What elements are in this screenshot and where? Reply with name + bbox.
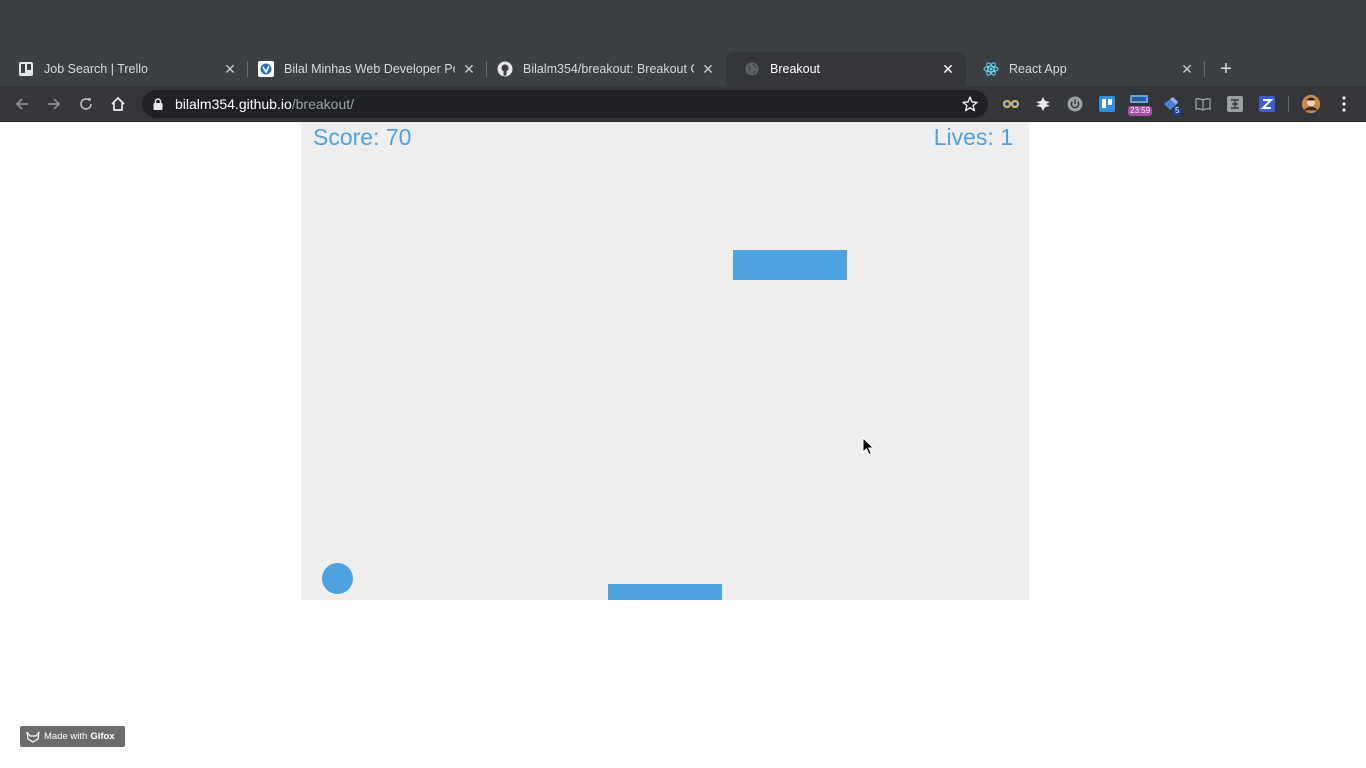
tab-divider xyxy=(1204,61,1205,77)
back-button[interactable] xyxy=(11,93,33,115)
tab-title: Breakout xyxy=(770,62,821,76)
github-icon xyxy=(497,61,513,77)
gifox-fox-icon xyxy=(26,731,40,743)
timer-extension-icon[interactable]: 23:59 xyxy=(1128,94,1153,116)
gifox-watermark: Made with Gifox xyxy=(20,726,125,747)
tab-breakout[interactable]: Breakout ✕ xyxy=(726,52,966,86)
pen-extension-icon[interactable]: 5 xyxy=(1161,94,1182,116)
trello-icon xyxy=(18,61,34,77)
react-icon xyxy=(983,61,999,77)
tab-react-app[interactable]: React App ✕ xyxy=(965,52,1205,86)
tab-portfolio[interactable]: Bilal Minhas Web Developer Port ✕ xyxy=(240,52,487,86)
zotero-extension-icon[interactable] xyxy=(1257,94,1277,114)
new-tab-button[interactable]: + xyxy=(1214,58,1238,80)
timer-badge: 23:59 xyxy=(1128,106,1153,116)
back-arrow-icon xyxy=(15,98,28,110)
forward-button[interactable] xyxy=(43,93,65,115)
puzzle-extension-icon[interactable] xyxy=(1033,94,1053,114)
close-icon[interactable]: ✕ xyxy=(700,61,716,77)
close-icon[interactable]: ✕ xyxy=(940,61,956,77)
browser-toolbar: bilalm354.github.io/breakout/ 23:59 5 xyxy=(0,86,1366,122)
page-content: Score: 70 Lives: 1 xyxy=(0,122,1366,768)
tab-strip: Job Search | Trello ✕ Bilal Minhas Web D… xyxy=(0,0,1366,86)
brick xyxy=(733,250,847,280)
score-display: Score: 70 xyxy=(313,124,412,150)
game-canvas[interactable]: Score: 70 Lives: 1 xyxy=(301,122,1029,600)
menu-kebab-icon[interactable] xyxy=(1334,94,1354,114)
tab-github[interactable]: Bilalm354/breakout: Breakout Ga ✕ xyxy=(479,52,726,86)
url-path: /breakout/ xyxy=(291,96,355,112)
tab-title: Bilalm354/breakout: Breakout Ga xyxy=(523,62,694,76)
forward-arrow-icon xyxy=(48,98,61,110)
globe-icon xyxy=(744,61,760,77)
reload-icon xyxy=(80,98,92,110)
home-icon xyxy=(111,96,125,111)
tab-title: Job Search | Trello xyxy=(44,62,148,76)
pen-badge: 5 xyxy=(1173,106,1182,116)
paddle[interactable] xyxy=(608,584,722,600)
bookmark-star-icon[interactable] xyxy=(961,95,979,113)
watermark-brand: Gifox xyxy=(90,731,115,742)
tab-title: Bilal Minhas Web Developer Port xyxy=(284,62,455,76)
lives-display: Lives: 1 xyxy=(933,124,1013,150)
lock-icon[interactable] xyxy=(153,98,165,110)
close-icon[interactable]: ✕ xyxy=(461,61,477,77)
url-host: bilalm354.github.io xyxy=(175,96,292,112)
close-icon[interactable]: ✕ xyxy=(1179,61,1195,77)
tab-trello[interactable]: Job Search | Trello ✕ xyxy=(0,52,248,86)
mouse-cursor-icon xyxy=(862,437,875,456)
avatar[interactable] xyxy=(1301,94,1321,114)
address-bar[interactable]: bilalm354.github.io/breakout/ xyxy=(142,90,988,118)
reading-list-icon[interactable] xyxy=(1193,94,1213,114)
reload-button[interactable] xyxy=(75,93,97,115)
trello-extension-icon[interactable] xyxy=(1097,94,1117,114)
power-extension-icon[interactable] xyxy=(1065,94,1085,114)
hanzi-extension-icon[interactable] xyxy=(1225,94,1245,114)
home-button[interactable] xyxy=(107,93,129,115)
toolbar-divider xyxy=(1288,96,1289,112)
ball xyxy=(322,563,353,594)
portfolio-icon xyxy=(258,61,274,77)
tab-title: React App xyxy=(1009,62,1067,76)
eyes-extension-icon[interactable] xyxy=(1001,94,1021,114)
watermark-prefix: Made with xyxy=(44,731,88,742)
close-icon[interactable]: ✕ xyxy=(222,61,238,77)
